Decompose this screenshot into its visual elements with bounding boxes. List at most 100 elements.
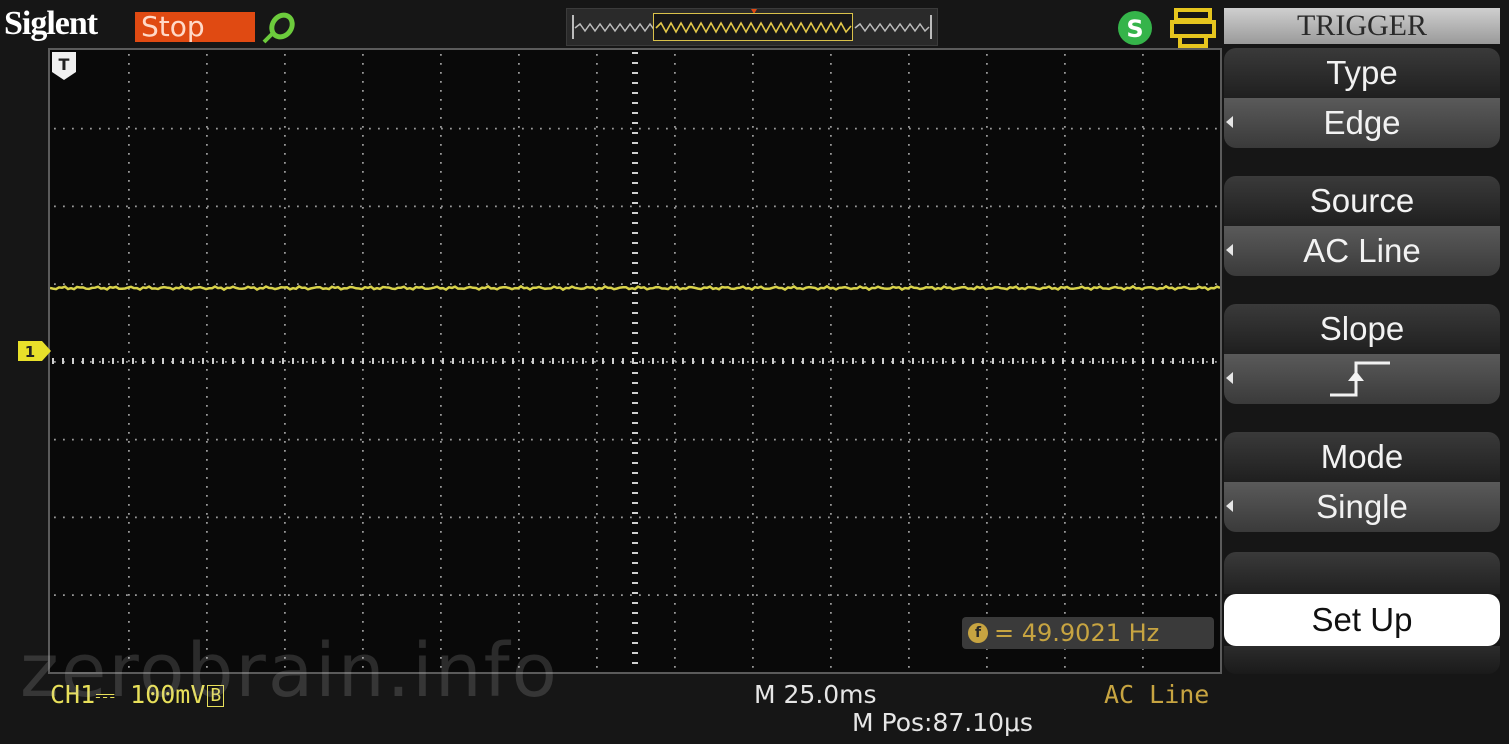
center-axis-tick	[632, 592, 638, 594]
menu-item-value[interactable]: AC Line	[1224, 226, 1500, 276]
center-axis-tick	[142, 358, 144, 364]
center-axis-tick	[502, 358, 504, 364]
center-axis-tick	[1172, 358, 1174, 364]
center-axis-tick	[532, 358, 534, 364]
center-axis-tick	[632, 102, 638, 104]
center-axis-tick	[1202, 358, 1204, 364]
center-axis-tick	[632, 62, 638, 64]
center-axis-tick	[612, 358, 614, 364]
center-axis-tick	[632, 72, 638, 74]
waveform-display[interactable]: T	[48, 48, 1222, 674]
center-axis-tick	[802, 358, 804, 364]
center-axis-tick	[332, 358, 334, 364]
ch1-waveform-trace	[50, 284, 1220, 292]
center-axis-tick	[952, 358, 954, 364]
center-axis-tick	[1022, 358, 1024, 364]
center-axis-tick	[632, 162, 638, 164]
center-axis-tick	[1152, 358, 1154, 364]
center-axis-tick	[172, 358, 174, 364]
arrow-left-icon	[1226, 244, 1233, 256]
center-axis-tick	[742, 358, 744, 364]
center-axis-tick	[632, 322, 638, 324]
center-axis-tick	[842, 358, 844, 364]
brand-logo: Siglent	[4, 5, 98, 42]
center-axis-tick	[192, 358, 194, 364]
center-axis-tick	[552, 358, 554, 364]
memory-view-window	[653, 13, 853, 41]
center-axis-tick	[1162, 358, 1164, 364]
center-axis-tick	[1032, 358, 1034, 364]
center-axis-tick	[282, 358, 284, 364]
center-axis-tick	[182, 358, 184, 364]
center-axis-tick	[632, 532, 638, 534]
frequency-counter-icon: f	[968, 623, 988, 643]
center-axis-tick	[62, 358, 64, 364]
center-axis-tick	[872, 358, 874, 364]
center-axis-tick	[312, 358, 314, 364]
setup-button[interactable]: Set Up	[1224, 594, 1500, 646]
center-axis-tick	[712, 358, 714, 364]
channel-marker-label: 1	[25, 343, 35, 361]
center-axis-tick	[632, 222, 638, 224]
center-axis-tick	[992, 358, 994, 364]
center-axis-tick	[962, 358, 964, 364]
center-axis-tick	[442, 358, 444, 364]
center-axis-tick	[252, 358, 254, 364]
center-axis-tick	[632, 282, 638, 284]
svg-text:S: S	[1126, 15, 1143, 43]
menu-item-value[interactable]	[1224, 354, 1500, 404]
center-axis-tick	[122, 358, 124, 364]
menu-item-value[interactable]: Single	[1224, 482, 1500, 532]
channel-1-marker-icon[interactable]: 1	[18, 340, 52, 362]
center-axis-tick	[632, 358, 634, 364]
center-axis-tick	[132, 358, 134, 364]
center-axis-tick	[1212, 358, 1214, 364]
menu-item-slope[interactable]: Slope	[1224, 304, 1500, 404]
center-axis-tick	[632, 572, 638, 574]
center-axis-tick	[632, 202, 638, 204]
center-axis-tick	[52, 358, 54, 364]
center-axis-tick	[682, 358, 684, 364]
center-axis-tick	[632, 232, 638, 234]
center-axis-tick	[462, 358, 464, 364]
center-axis-tick	[632, 272, 638, 274]
center-axis-tick	[262, 358, 264, 364]
center-axis-tick	[562, 358, 564, 364]
center-axis-tick	[632, 382, 638, 384]
center-axis-tick	[852, 358, 854, 364]
center-axis-tick	[452, 358, 454, 364]
center-axis-tick	[402, 358, 404, 364]
center-axis-tick	[632, 192, 638, 194]
menu-item-mode[interactable]: Mode Single	[1224, 432, 1500, 532]
center-axis-tick	[302, 358, 304, 364]
center-axis-tick	[632, 622, 638, 624]
run-state-badge: Stop	[135, 12, 255, 42]
usb-icon: S	[1118, 11, 1152, 45]
center-axis-tick	[832, 358, 834, 364]
center-axis-tick	[382, 358, 384, 364]
center-axis-tick	[412, 358, 414, 364]
center-axis-tick	[602, 358, 604, 364]
trigger-position-icon[interactable]: T	[50, 50, 78, 82]
frequency-readout: f = 49.9021 Hz	[962, 617, 1214, 649]
menu-item-value[interactable]: Edge	[1224, 98, 1500, 148]
probe-icon	[262, 12, 295, 44]
center-axis-tick	[632, 142, 638, 144]
arrow-left-icon	[1226, 500, 1233, 512]
menu-item-source[interactable]: Source AC Line	[1224, 176, 1500, 276]
menu-item-type[interactable]: Type Edge	[1224, 48, 1500, 148]
center-axis-tick	[632, 212, 638, 214]
center-axis-tick	[1112, 358, 1114, 364]
center-axis-tick	[892, 358, 894, 364]
center-axis-tick	[632, 422, 638, 424]
center-axis-tick	[862, 358, 864, 364]
menu-item-label: Slope	[1224, 304, 1500, 354]
center-axis-tick	[632, 292, 638, 294]
center-axis-tick	[92, 358, 94, 364]
center-axis-tick	[72, 358, 74, 364]
center-axis-tick	[632, 652, 638, 654]
center-axis-tick	[652, 358, 654, 364]
center-axis-tick	[632, 182, 638, 184]
center-axis-tick	[632, 512, 638, 514]
center-axis-tick	[372, 358, 374, 364]
